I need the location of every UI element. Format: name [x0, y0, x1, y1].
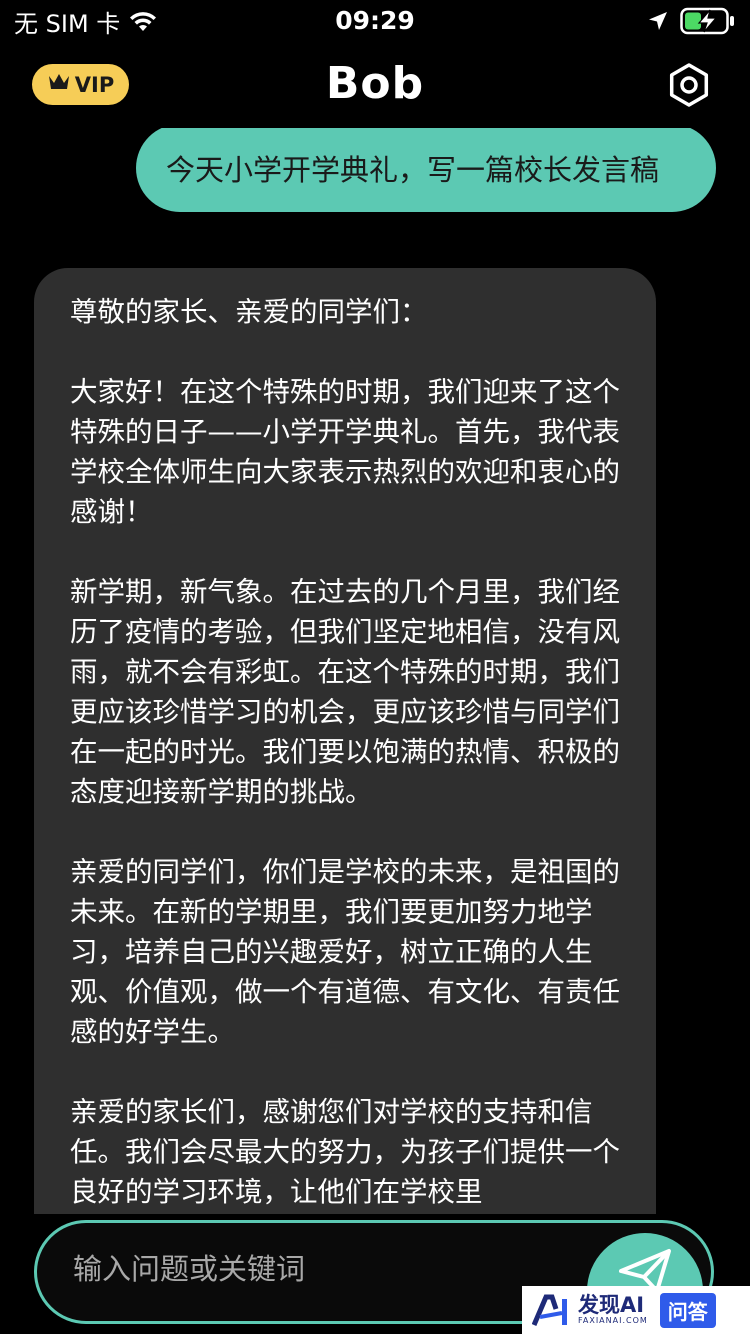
chat-area[interactable]: 今天小学开学典礼，写一篇校长发言稿 尊敬的家长、亲爱的同学们： 大家好！在这个特… — [0, 128, 750, 1214]
app-title: Bob — [325, 58, 425, 109]
input-placeholder: 输入问题或关键词 — [73, 1252, 306, 1286]
location-arrow-icon — [648, 11, 668, 31]
bot-message-bubble: 尊敬的家长、亲爱的同学们： 大家好！在这个特殊的时期，我们迎来了这个特殊的日子—… — [34, 268, 656, 1214]
bot-paragraph: 亲爱的家长们，感谢您们对学校的支持和信任。我们会尽最大的努力，为孩子们提供一个良… — [70, 1096, 620, 1208]
settings-icon — [666, 63, 712, 112]
watermark-text: 发现AI FAXIANAI.COM — [578, 1295, 648, 1325]
status-right — [648, 6, 736, 36]
bot-paragraph: 亲爱的同学们，你们是学校的未来，是祖国的未来。在新的学期里，我们要更加努力地学习… — [70, 856, 620, 1048]
watermark-qa: 问答 — [659, 1292, 716, 1328]
watermark-domain: FAXIANAI.COM — [578, 1316, 648, 1325]
status-bar: 无 SIM 卡 09:29 — [0, 0, 750, 42]
status-time: 09:29 — [335, 6, 415, 35]
user-message-text: 今天小学开学典礼，写一篇校长发言稿 — [166, 153, 660, 187]
battery-charging-icon — [680, 7, 736, 35]
watermark: 发现AI FAXIANAI.COM 问答 — [522, 1286, 750, 1334]
settings-button[interactable] — [666, 62, 712, 108]
app-screen: 无 SIM 卡 09:29 VIP Bob 今天小学开学典礼，写一篇校长发言稿 … — [0, 0, 750, 1334]
user-message-bubble: 今天小学开学典礼，写一篇校长发言稿 — [136, 128, 716, 212]
bot-paragraph: 大家好！在这个特殊的时期，我们迎来了这个特殊的日子——小学开学典礼。首先，我代表… — [70, 376, 620, 528]
watermark-name: 发现AI — [578, 1293, 645, 1317]
bot-paragraph: 新学期，新气象。在过去的几个月里，我们经历了疫情的考验，但我们坚定地相信，没有风… — [70, 576, 620, 808]
bot-paragraph: 尊敬的家长、亲爱的同学们： — [70, 296, 428, 328]
app-header: VIP Bob — [0, 42, 750, 128]
watermark-logo-icon — [532, 1293, 572, 1327]
